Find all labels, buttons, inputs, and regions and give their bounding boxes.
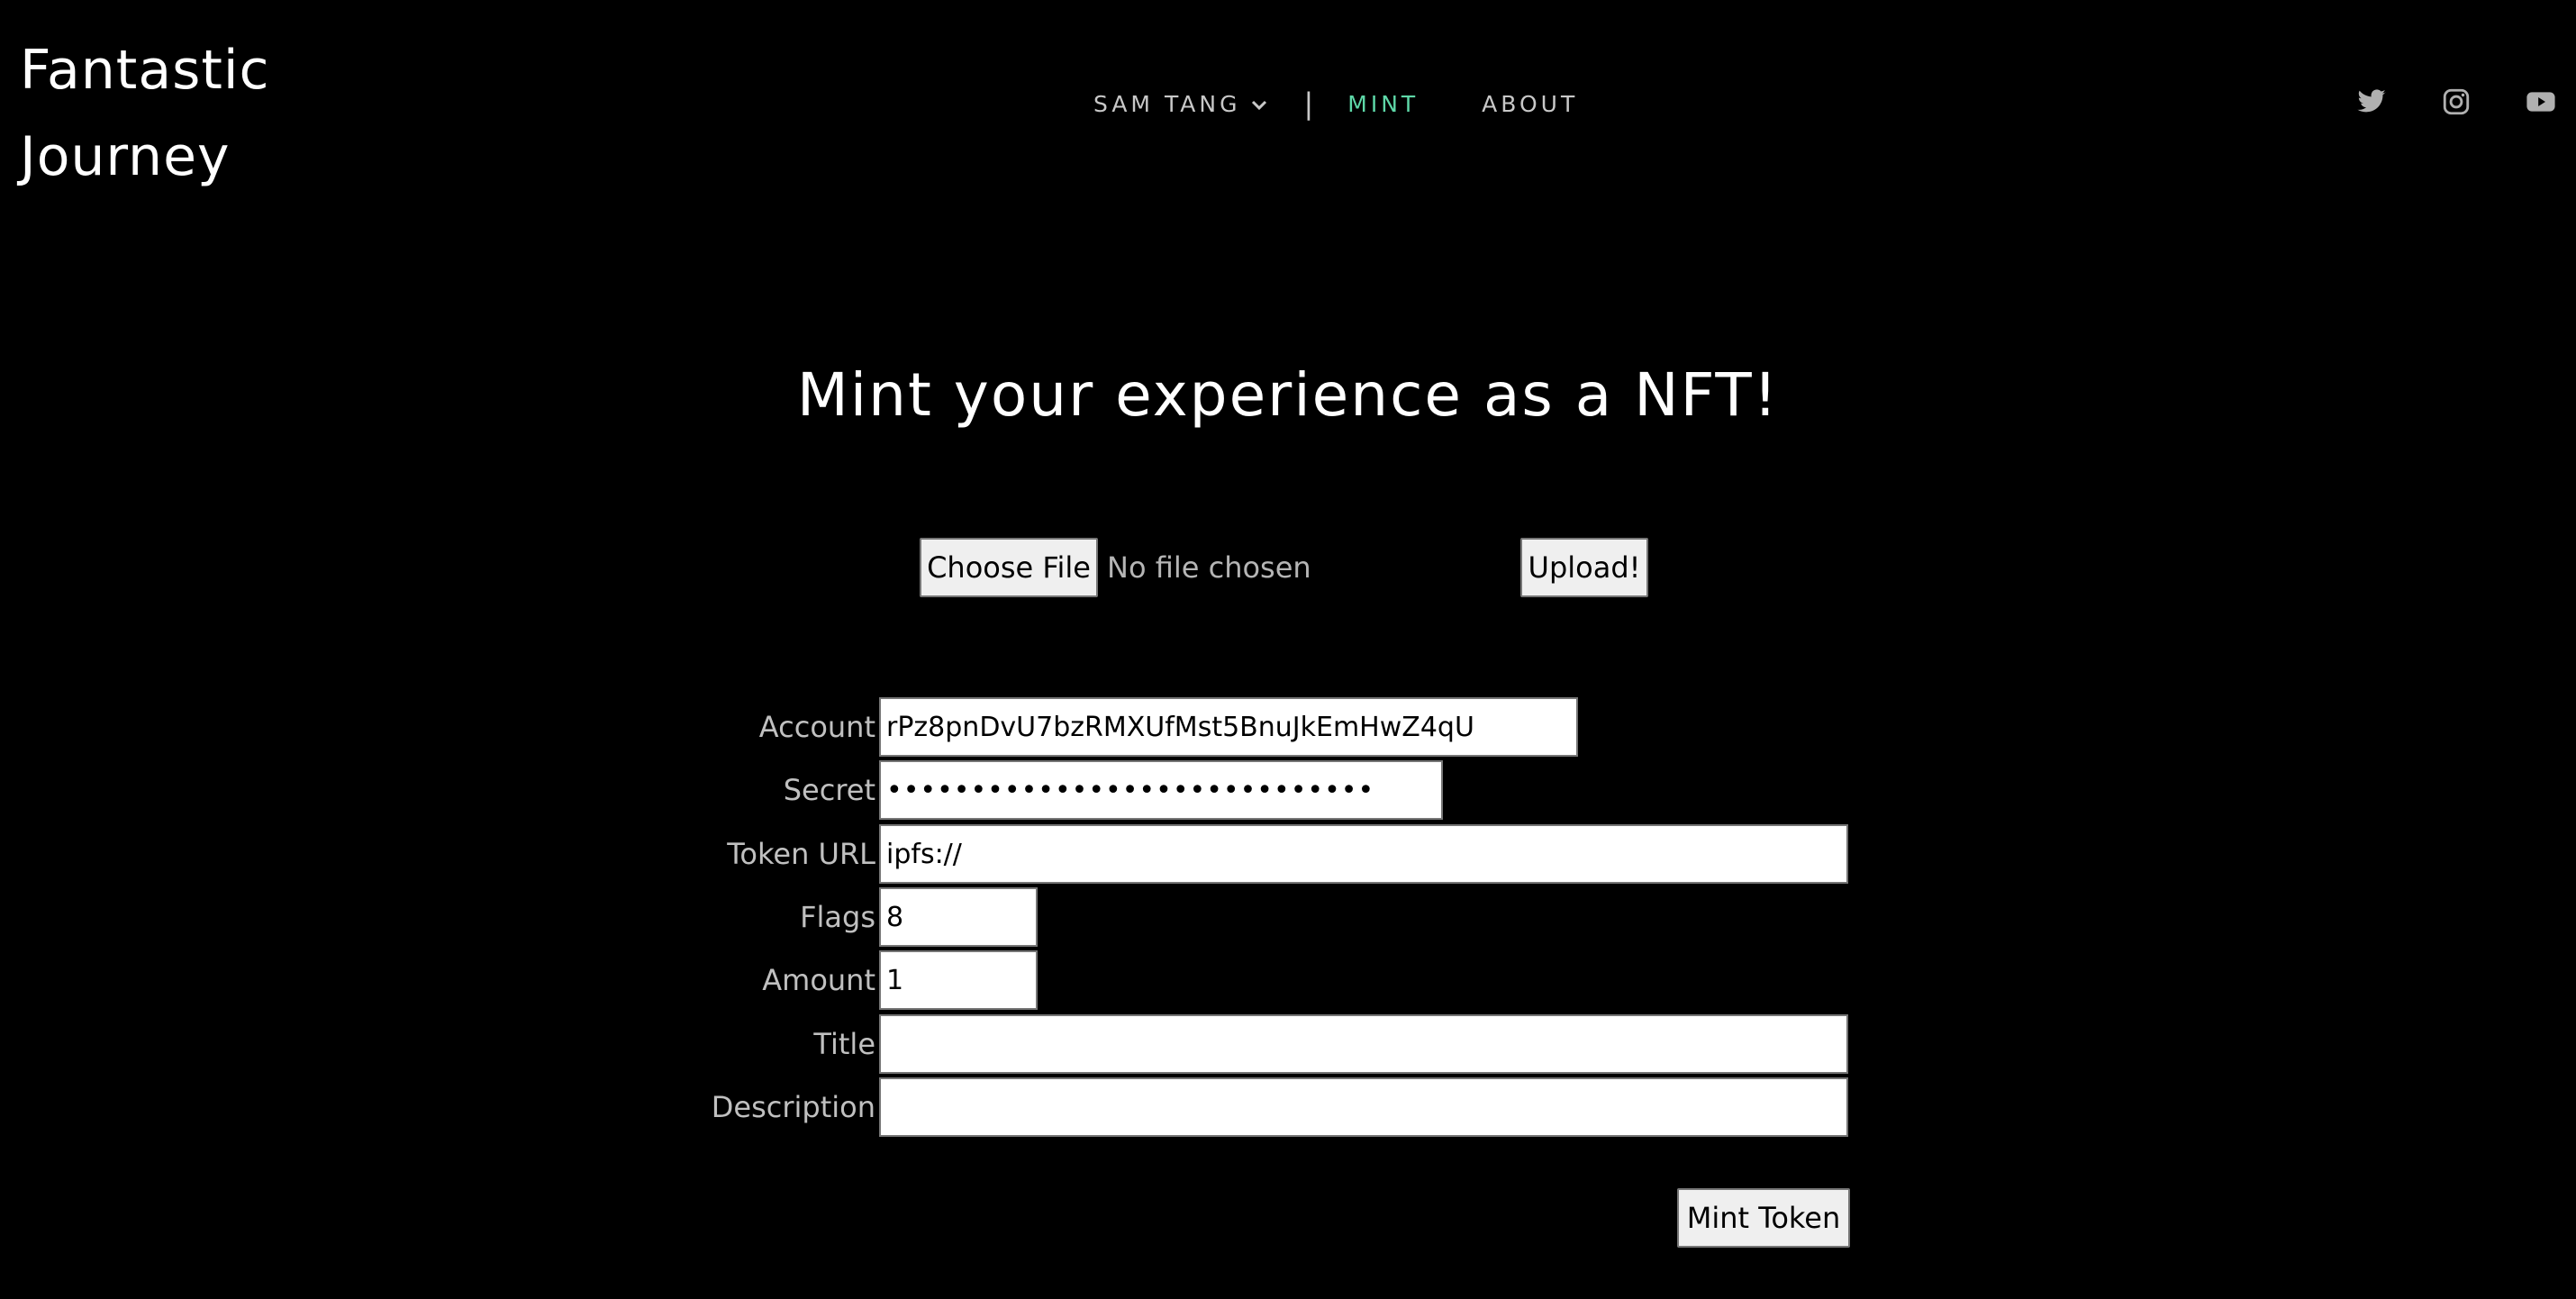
file-upload-row: Choose File No file chosen Upload! — [920, 538, 1648, 597]
account-field[interactable] — [879, 697, 1578, 757]
account-label: Account — [758, 710, 875, 744]
flags-label: Flags — [800, 900, 875, 934]
secret-label: Secret — [783, 773, 875, 807]
description-field[interactable] — [879, 1077, 1848, 1137]
site-title-line2: Journey — [20, 125, 231, 188]
nav-item-label: ABOUT — [1482, 90, 1579, 117]
twitter-icon[interactable] — [2356, 86, 2387, 117]
site-title-line1: Fantastic — [20, 39, 270, 102]
page: Fantastic Journey SAM TANG | MINT ABOUT … — [0, 0, 2576, 1299]
account-row: Account — [0, 697, 1578, 757]
token-url-row: Token URL — [0, 824, 1848, 884]
nav-separator: | — [1303, 86, 1314, 121]
title-label: Title — [813, 1027, 875, 1061]
page-title: Mint your experience as a NFT! — [796, 360, 1780, 430]
mint-token-button[interactable]: Mint Token — [1677, 1188, 1850, 1248]
secret-field[interactable] — [879, 760, 1443, 820]
flags-field[interactable] — [879, 887, 1038, 947]
social-links — [2356, 86, 2556, 117]
instagram-icon[interactable] — [2441, 86, 2472, 117]
title-field[interactable] — [879, 1014, 1848, 1074]
nav-item-label: MINT — [1347, 90, 1420, 117]
amount-field[interactable] — [879, 950, 1038, 1010]
main-nav: SAM TANG | MINT ABOUT — [1093, 86, 1578, 121]
chevron-down-icon — [1251, 90, 1267, 116]
nav-item-about[interactable]: ABOUT — [1482, 91, 1578, 117]
nav-item-sam-tang[interactable]: SAM TANG — [1093, 91, 1267, 117]
secret-row: Secret — [0, 760, 1443, 820]
title-row: Title — [0, 1014, 1848, 1074]
nav-item-label: SAM TANG — [1093, 90, 1241, 117]
amount-row: Amount — [0, 950, 1038, 1010]
token-url-field[interactable] — [879, 824, 1848, 884]
nav-item-mint[interactable]: MINT — [1347, 91, 1419, 117]
description-row: Description — [0, 1077, 1848, 1137]
youtube-icon[interactable] — [2526, 86, 2556, 117]
token-url-label: Token URL — [727, 837, 875, 871]
site-title[interactable]: Fantastic Journey — [20, 27, 270, 200]
file-status-text: No file chosen — [1107, 550, 1311, 585]
description-label: Description — [711, 1090, 875, 1124]
amount-label: Amount — [762, 963, 875, 997]
flags-row: Flags — [0, 887, 1038, 947]
upload-button[interactable]: Upload! — [1520, 538, 1648, 597]
choose-file-button[interactable]: Choose File — [920, 538, 1098, 597]
